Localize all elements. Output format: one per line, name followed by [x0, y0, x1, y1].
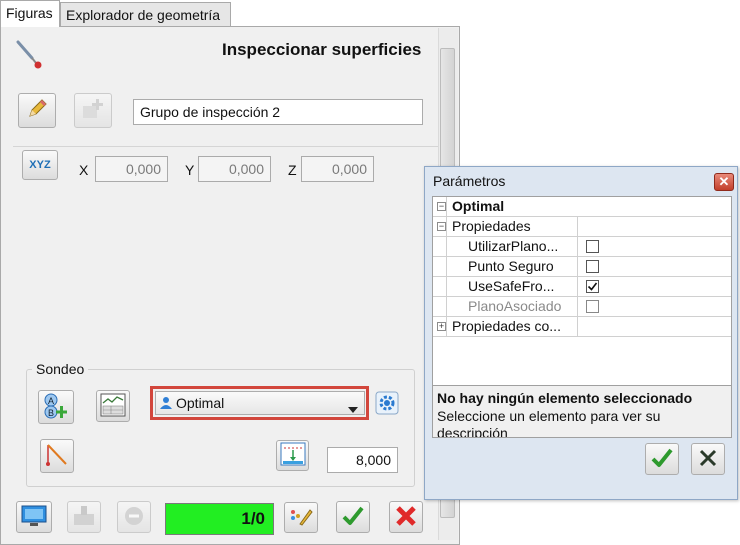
- x-field[interactable]: 0,000: [95, 156, 168, 182]
- dialog-close-button[interactable]: ✕: [714, 173, 734, 191]
- grid-gutter: [433, 197, 447, 337]
- z-label: Z: [288, 162, 297, 178]
- brush-icon: [288, 504, 314, 531]
- z-field[interactable]: 0,000: [301, 156, 374, 182]
- progress-counter: 1/0: [165, 503, 274, 535]
- grid-row-punto-seguro[interactable]: Punto Seguro: [433, 257, 731, 277]
- add-feature-button[interactable]: [74, 93, 112, 128]
- checkmark-icon: [649, 446, 675, 473]
- monitor-icon: [20, 504, 48, 531]
- edit-button[interactable]: [18, 93, 56, 128]
- page-title: Inspeccionar superficies: [222, 40, 422, 59]
- chevron-down-icon: [348, 400, 358, 416]
- ab-add-icon: AB: [42, 392, 70, 423]
- table-chart-icon: [100, 393, 126, 420]
- stop-icon: [123, 505, 145, 530]
- property-name: UtilizarPlano...: [468, 238, 559, 254]
- stop-button[interactable]: [117, 501, 151, 533]
- xyz-button[interactable]: XYZ: [22, 150, 58, 180]
- check-icon: [587, 282, 598, 291]
- tab-label: Explorador de geometría: [66, 7, 221, 23]
- add-feature-icon: [80, 96, 106, 125]
- property-name: Punto Seguro: [468, 258, 554, 274]
- property-grid: − Optimal − Propiedades UtilizarPlano...…: [432, 196, 732, 386]
- description-panel: No hay ningún elemento seleccionado Sele…: [432, 386, 732, 438]
- clearance-icon: [280, 442, 306, 469]
- checkmark-icon: [340, 504, 366, 531]
- more-properties-label: Propiedades co...: [452, 318, 561, 334]
- grid-row-use-safe-from[interactable]: UseSafeFro...: [433, 277, 731, 297]
- probe-settings-table-button[interactable]: [96, 390, 130, 422]
- close-icon: [697, 447, 719, 472]
- grid-row-utilizar-plano[interactable]: UtilizarPlano...: [433, 237, 731, 257]
- x-label: X: [79, 162, 89, 178]
- dialog-title: Parámetros: [433, 173, 506, 189]
- dialog-accept-button[interactable]: [645, 443, 679, 475]
- clearance-distance-button[interactable]: [276, 440, 309, 471]
- property-checkbox[interactable]: [586, 300, 599, 313]
- grid-row-more-properties[interactable]: + Propiedades co...: [433, 317, 731, 337]
- add-probe-path-button[interactable]: AB: [38, 390, 74, 424]
- y-field[interactable]: 0,000: [198, 156, 271, 182]
- xyz-label: XYZ: [29, 159, 51, 171]
- y-label: Y: [185, 162, 195, 178]
- view-button[interactable]: [16, 501, 52, 533]
- grid-row-plano-asociado[interactable]: PlanoAsociado: [433, 297, 731, 317]
- property-checkbox[interactable]: [586, 280, 599, 293]
- user-icon: [159, 396, 173, 413]
- grid-row-optimal[interactable]: − Optimal: [433, 197, 731, 217]
- probe-tool-icon: [12, 38, 46, 75]
- strategy-dropdown[interactable]: Optimal: [155, 391, 365, 415]
- clean-button[interactable]: [284, 502, 318, 533]
- close-icon: ✕: [718, 174, 730, 189]
- description-title: No hay ningún elemento seleccionado: [437, 390, 693, 406]
- simulate-button[interactable]: [67, 501, 101, 533]
- svg-text:A: A: [48, 396, 54, 406]
- dialog-cancel-button[interactable]: [691, 443, 725, 475]
- close-icon: [394, 504, 418, 531]
- properties-label: Propiedades: [452, 218, 531, 234]
- group-name-input[interactable]: Grupo de inspección 2: [133, 99, 423, 125]
- property-checkbox[interactable]: [586, 260, 599, 273]
- property-name: UseSafeFro...: [468, 278, 555, 294]
- description-text: Seleccione un elemento para ver su descr…: [437, 408, 661, 438]
- tab-label: Figuras: [6, 5, 53, 21]
- tab-figuras[interactable]: Figuras: [0, 0, 60, 27]
- probe-direction-button[interactable]: [40, 439, 74, 473]
- grid-row-properties[interactable]: − Propiedades: [433, 217, 731, 237]
- strategy-selected: Optimal: [176, 395, 225, 411]
- group-label: Optimal: [452, 198, 505, 214]
- tab-explorador-geometria[interactable]: Explorador de geometría: [60, 2, 231, 26]
- cancel-button[interactable]: [389, 501, 423, 533]
- svg-text:B: B: [48, 408, 54, 418]
- gear-icon[interactable]: [375, 391, 399, 418]
- distance-field[interactable]: 8,000: [327, 447, 398, 473]
- probing-legend: Sondeo: [32, 361, 89, 377]
- machine-icon: [71, 504, 97, 531]
- property-checkbox[interactable]: [586, 240, 599, 253]
- probe-line-icon: [44, 442, 70, 471]
- accept-button[interactable]: [336, 501, 370, 533]
- pencil-icon: [25, 97, 49, 124]
- property-name: PlanoAsociado: [468, 298, 562, 314]
